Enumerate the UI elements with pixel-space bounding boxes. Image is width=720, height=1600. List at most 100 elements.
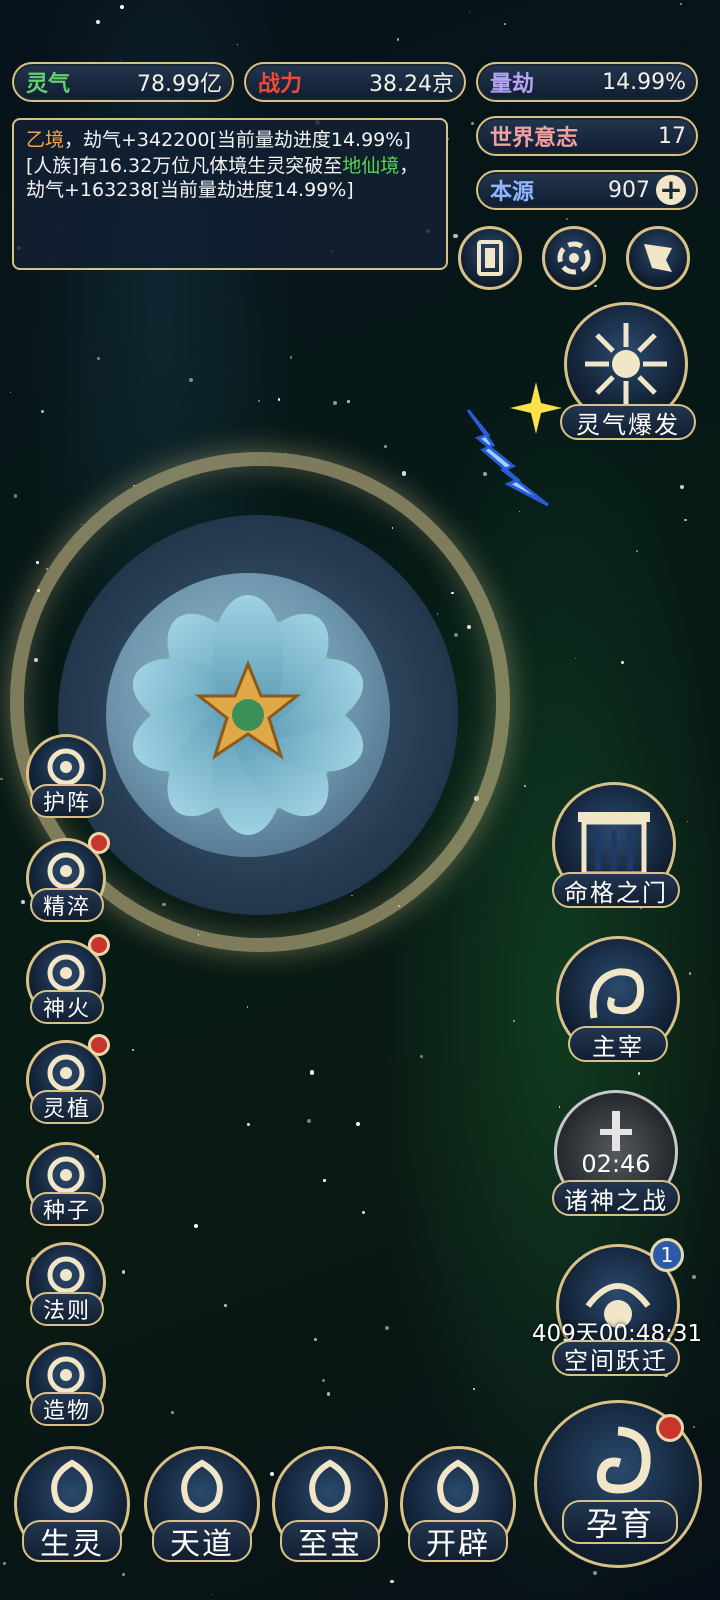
nurture-label[interactable]: 孕育	[562, 1500, 678, 1544]
benyuan-label: 本源	[490, 180, 535, 205]
star-dot	[593, 1571, 598, 1576]
star-dot	[326, 1392, 331, 1396]
star-dot	[97, 357, 101, 361]
star-dot	[384, 445, 387, 448]
lightning-icon	[466, 409, 549, 507]
liangjie-stat[interactable]: 量劫 14.99%	[476, 62, 698, 102]
nav-emblem-icon	[181, 1459, 223, 1513]
star-dot	[9, 391, 12, 394]
star-dot	[247, 1123, 251, 1127]
burst-icon	[585, 323, 667, 405]
star-dot	[390, 1579, 394, 1584]
star-dot	[270, 1472, 275, 1477]
star-dot	[189, 377, 194, 382]
star-dot	[683, 518, 687, 522]
left-button-label[interactable]: 种子	[30, 1192, 104, 1226]
flag-icon	[644, 244, 672, 272]
left-button-label[interactable]: 精淬	[30, 888, 104, 922]
log-realm: 乙境	[26, 129, 65, 151]
zhanli-stat[interactable]: 战力 38.24京	[244, 62, 466, 102]
star-dot	[323, 1179, 326, 1182]
star-dot	[347, 400, 350, 403]
log-realm: 地仙境	[342, 155, 400, 177]
space-jump-badge: 1	[650, 1238, 684, 1272]
lingqi-label: 灵气	[26, 72, 71, 97]
log-entry: [人族]有16.32万位凡体境生灵突破至地仙境，劫气+163238[当前量劫进度…	[26, 154, 434, 202]
star-dot	[524, 785, 527, 788]
star-dot	[314, 1338, 317, 1341]
gods-war-label[interactable]: 诸神之战	[552, 1180, 680, 1216]
star-dot	[121, 1270, 126, 1274]
nav-label[interactable]: 开辟	[408, 1520, 508, 1562]
star-dot	[356, 1121, 361, 1126]
star-dot	[131, 1049, 134, 1052]
vortex-icon	[557, 241, 591, 275]
log-text: ，劫气+342200[当前量劫进度14.99%]	[64, 129, 411, 151]
star-dot	[193, 1223, 198, 1228]
star-dot	[519, 510, 521, 512]
nurture-notify-dot	[656, 1414, 684, 1442]
shijie-yizhi-stat[interactable]: 世界意志 17	[476, 116, 698, 156]
card-icon	[477, 240, 503, 276]
star-dot	[40, 409, 44, 413]
left-button-label[interactable]: 护阵	[30, 784, 104, 818]
nav-label[interactable]: 生灵	[22, 1520, 122, 1562]
star-dot	[384, 1325, 389, 1331]
card-icon-button[interactable]	[458, 226, 522, 290]
lingqi-burst-label[interactable]: 灵气爆发	[560, 404, 696, 440]
star-dot	[637, 1072, 641, 1075]
star-dot	[687, 821, 689, 823]
star-dot	[95, 20, 100, 25]
nav-emblem-icon	[51, 1459, 93, 1513]
star-dot	[470, 122, 474, 126]
space-jump-label[interactable]: 空间跃迁	[552, 1340, 680, 1376]
star-dot	[170, 1411, 174, 1414]
star-dot	[257, 399, 260, 402]
star-dot	[566, 218, 568, 220]
nav-label[interactable]: 至宝	[280, 1520, 380, 1562]
star-dot	[513, 1020, 516, 1023]
star-dot	[504, 23, 506, 25]
star-dot	[594, 284, 597, 288]
star-dot	[636, 549, 638, 552]
star-dot	[0, 777, 3, 781]
lingqi-value: 78.99亿	[137, 72, 222, 97]
benyuan-stat[interactable]: 本源 907 +	[476, 170, 698, 210]
gods-war-timer: 02:46	[581, 1150, 651, 1178]
star-dot	[210, 1593, 212, 1595]
add-benyuan-button[interactable]: +	[656, 175, 686, 205]
star-dot	[309, 1070, 315, 1076]
ruler-label[interactable]: 主宰	[568, 1026, 668, 1062]
fate-gate-label[interactable]: 命格之门	[552, 872, 680, 908]
flag-icon-button[interactable]	[626, 226, 690, 290]
left-button-label[interactable]: 法则	[30, 1292, 104, 1326]
nav-emblem-icon	[437, 1459, 479, 1513]
star-dot	[688, 972, 691, 975]
event-log[interactable]: 乙境，劫气+342200[当前量劫进度14.99%] [人族]有16.32万位凡…	[12, 118, 448, 270]
star-dot	[36, 561, 39, 564]
core-star-icon	[194, 660, 302, 760]
star-dot	[2, 1561, 7, 1566]
star-dot	[21, 899, 25, 904]
notify-dot	[88, 934, 110, 956]
nav-emblem-icon	[309, 1459, 351, 1513]
vortex-icon-button[interactable]	[542, 226, 606, 290]
star-dot	[679, 484, 685, 490]
star-dot	[693, 1425, 696, 1428]
left-button-label[interactable]: 造物	[30, 1392, 104, 1426]
lingqi-stat[interactable]: 灵气 78.99亿	[12, 62, 234, 102]
star-dot	[680, 2, 683, 6]
notify-dot	[88, 832, 110, 854]
zhanli-label: 战力	[258, 72, 303, 97]
star-dot	[236, 43, 238, 46]
zhanli-value: 38.24京	[369, 72, 454, 97]
left-button-label[interactable]: 灵植	[30, 1090, 104, 1124]
star-dot	[558, 1106, 561, 1108]
star-dot	[121, 1573, 125, 1576]
liangjie-value: 14.99%	[602, 69, 686, 95]
world-planet[interactable]	[106, 573, 390, 857]
star-dot	[332, 401, 337, 406]
star-dot	[452, 233, 458, 239]
nav-label[interactable]: 天道	[152, 1520, 252, 1562]
left-button-label[interactable]: 神火	[30, 990, 104, 1024]
